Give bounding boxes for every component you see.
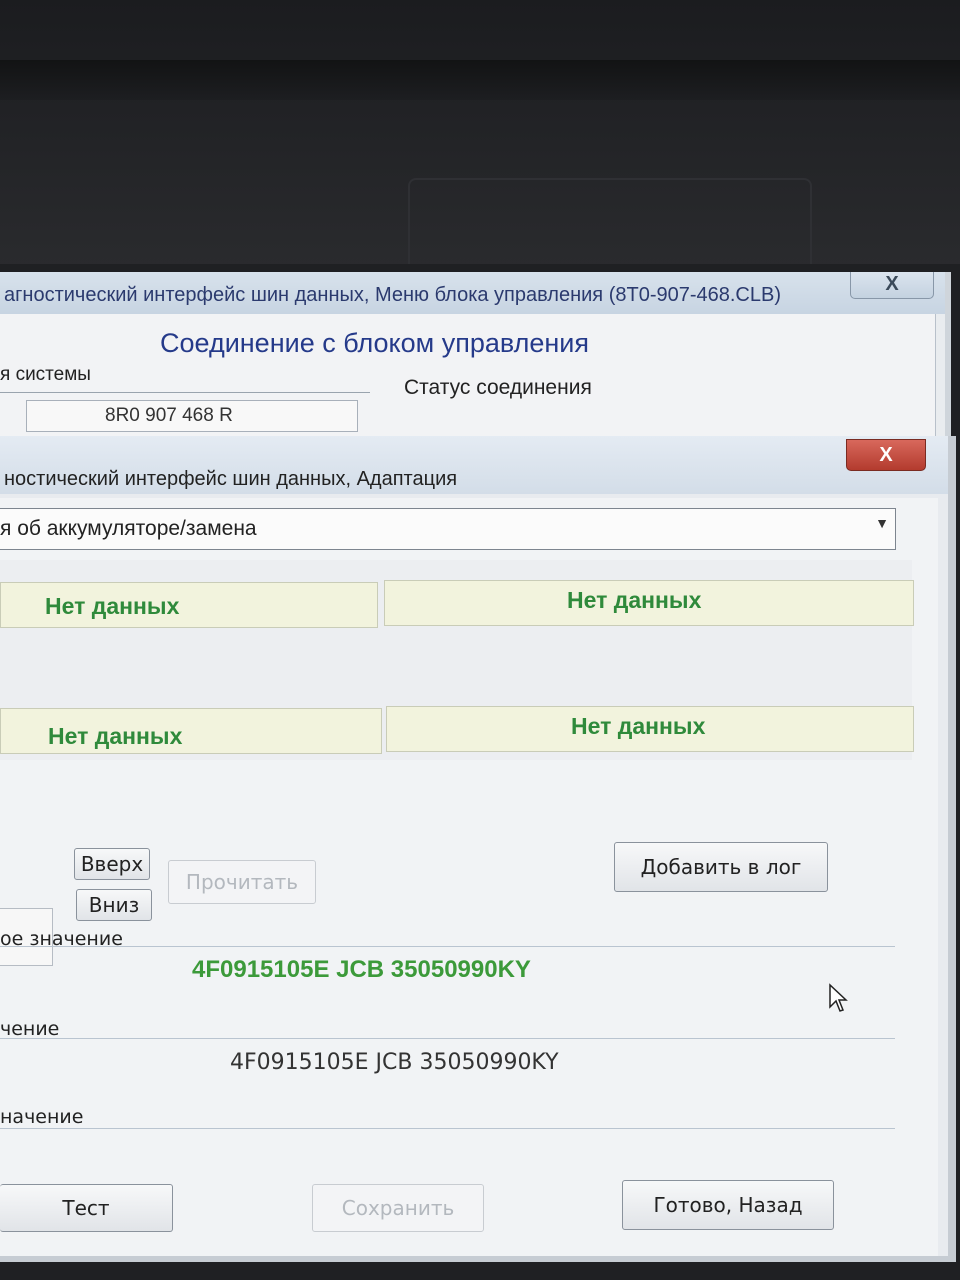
adaptation-window-title: ностический интерфейс шин данных, Адапта…	[4, 468, 458, 490]
adaptation-body: я об аккумуляторе/замена ▼ Нет данных Не…	[0, 498, 938, 1256]
bezel-edge	[0, 60, 960, 100]
bezel-notch	[408, 178, 812, 276]
new-value-label: чение	[0, 1018, 60, 1040]
measurement-cell-value: Нет данных	[571, 713, 706, 739]
read-button[interactable]: Прочитать	[168, 860, 316, 904]
mouse-cursor-icon	[829, 983, 848, 1012]
up-button[interactable]: Вверх	[74, 848, 150, 880]
measurement-cell: Нет данных	[384, 580, 914, 626]
save-button[interactable]: Сохранить	[312, 1184, 484, 1232]
test-button[interactable]: Тест	[0, 1184, 173, 1232]
adaptation-titlebar: ностический интерфейс шин данных, Адапта…	[0, 436, 948, 494]
done-back-button[interactable]: Готово, Назад	[622, 1180, 834, 1230]
down-button[interactable]: Вниз	[76, 889, 152, 921]
part-number-field: 8R0 907 468 R	[26, 400, 358, 432]
separator	[0, 392, 370, 393]
measurement-cell: Нет данных	[386, 706, 914, 752]
separator	[0, 946, 895, 947]
back-window-titlebar: агностический интерфейс шин данных, Меню…	[0, 272, 945, 314]
measurement-cell-value: Нет данных	[567, 587, 702, 613]
new-value-input[interactable]: 4F0915105E JCB 35050990KY	[230, 1050, 559, 1075]
adaptation-window: ностический интерфейс шин данных, Адапта…	[0, 436, 956, 1262]
measurement-cell: Нет данных	[0, 582, 378, 628]
adaptation-channel-value: я об аккумуляторе/замена	[0, 517, 257, 540]
measurement-cell-value: Нет данных	[48, 723, 183, 749]
measurement-cell: Нет данных	[0, 708, 382, 754]
monitor-bezel	[0, 0, 960, 276]
measurement-cell-value: Нет данных	[45, 593, 180, 619]
connection-heading: Соединение с блоком управления	[160, 328, 589, 358]
part-number-value: 8R0 907 468 R	[105, 405, 233, 426]
system-label: я системы	[0, 364, 91, 385]
adaptation-close-button[interactable]: X	[846, 439, 926, 471]
adaptation-channel-select[interactable]: я об аккумуляторе/замена ▼	[0, 508, 896, 550]
back-window-title: агностический интерфейс шин данных, Меню…	[4, 284, 782, 306]
chevron-down-icon[interactable]: ▼	[875, 515, 889, 531]
back-window-close-button[interactable]: X	[850, 272, 934, 299]
third-value-label: начение	[0, 1106, 84, 1128]
connection-status-label: Статус соединения	[404, 376, 592, 399]
add-to-log-button[interactable]: Добавить в лог	[614, 842, 828, 892]
stored-value: 4F0915105E JCB 35050990KY	[192, 956, 531, 983]
separator	[0, 1128, 895, 1129]
separator	[0, 1038, 895, 1039]
